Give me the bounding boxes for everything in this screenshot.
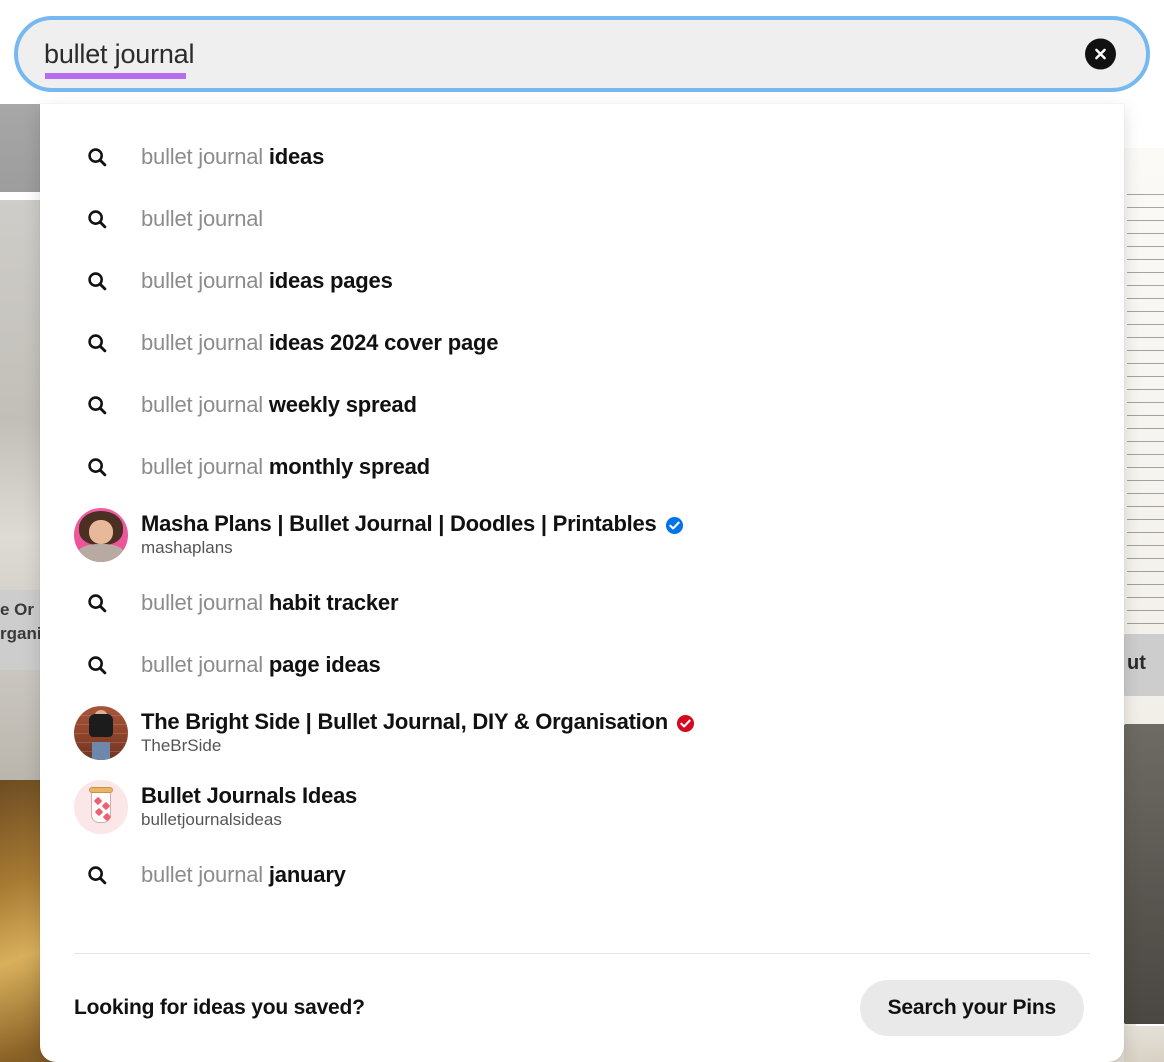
suggestion-row-query[interactable]: bullet journal ideas bbox=[40, 126, 1124, 188]
pin-column: ut bbox=[1124, 104, 1164, 1062]
dropdown-footer: Looking for ideas you saved? Search your… bbox=[40, 954, 1124, 1062]
search-icon bbox=[86, 394, 116, 416]
pin-caption-line-2: rgani bbox=[0, 624, 42, 643]
suggestion-label: bullet journal weekly spread bbox=[141, 392, 417, 417]
suggestion-label: bullet journal ideas pages bbox=[141, 268, 393, 293]
search-icon bbox=[86, 332, 116, 354]
suggestion-label: bullet journal ideas 2024 cover page bbox=[141, 330, 499, 355]
pin-thumbnail[interactable] bbox=[1124, 724, 1164, 1024]
pin-thumbnail[interactable] bbox=[1124, 1026, 1164, 1062]
suggestion-row-query[interactable]: bullet journal bbox=[40, 188, 1124, 250]
search-icon bbox=[86, 208, 116, 230]
suggestion-label: bullet journal monthly spread bbox=[141, 454, 430, 479]
avatar bbox=[74, 780, 128, 834]
suggestion-row-query[interactable]: bullet journal ideas pages bbox=[40, 250, 1124, 312]
search-bar[interactable]: bullet journal bbox=[14, 16, 1150, 92]
suggestion-row-query[interactable]: bullet journal ideas 2024 cover page bbox=[40, 312, 1124, 374]
suggestion-row-query[interactable]: bullet journal monthly spread bbox=[40, 436, 1124, 498]
profile-name: The Bright Side | Bullet Journal, DIY & … bbox=[141, 709, 695, 735]
suggestion-row-profile[interactable]: Bullet Journals Ideas bulletjournalsidea… bbox=[40, 770, 1124, 844]
search-icon bbox=[86, 270, 116, 292]
profile-handle: mashaplans bbox=[141, 538, 233, 557]
search-icon bbox=[86, 864, 116, 886]
clear-search-button[interactable] bbox=[1085, 38, 1116, 70]
profile-name: Masha Plans | Bullet Journal | Doodles |… bbox=[141, 511, 684, 537]
search-icon bbox=[86, 146, 116, 168]
search-suggestions-dropdown: bullet journal ideas bullet journal bull… bbox=[40, 104, 1124, 1062]
profile-handle: TheBrSide bbox=[141, 736, 222, 755]
pinterest-search-overlay: e Or rgani ut bullet journal ideas bulle… bbox=[0, 0, 1164, 1062]
profile-text-block: The Bright Side | Bullet Journal, DIY & … bbox=[141, 709, 695, 757]
suggestion-label: bullet journal ideas bbox=[141, 144, 325, 169]
suggestion-label: bullet journal bbox=[141, 206, 263, 231]
search-input[interactable]: bullet journal bbox=[44, 39, 195, 69]
suggestion-row-query[interactable]: bullet journal page ideas bbox=[40, 634, 1124, 696]
close-icon bbox=[1095, 48, 1106, 60]
suggestion-row-profile[interactable]: Masha Plans | Bullet Journal | Doodles |… bbox=[40, 498, 1124, 572]
avatar bbox=[74, 706, 128, 760]
pin-caption-right: ut bbox=[1127, 652, 1146, 674]
suggestion-label: bullet journal january bbox=[141, 862, 346, 887]
text-selection-underline bbox=[45, 73, 186, 79]
search-icon bbox=[86, 654, 116, 676]
search-input-wrapper[interactable]: bullet journal bbox=[44, 38, 195, 79]
profile-text-block: Bullet Journals Ideas bulletjournalsidea… bbox=[141, 783, 357, 831]
search-icon bbox=[86, 456, 116, 478]
suggestions-list: bullet journal ideas bullet journal bull… bbox=[40, 104, 1124, 906]
suggestion-row-query[interactable]: bullet journal weekly spread bbox=[40, 374, 1124, 436]
suggestion-row-query[interactable]: bullet journal january bbox=[40, 844, 1124, 906]
suggestion-label: bullet journal page ideas bbox=[141, 652, 381, 677]
avatar bbox=[74, 508, 128, 562]
pin-caption: ut bbox=[1124, 634, 1164, 696]
verified-badge-red-icon bbox=[676, 713, 695, 732]
verified-badge-blue-icon bbox=[665, 515, 684, 534]
profile-name: Bullet Journals Ideas bbox=[141, 783, 358, 808]
suggestion-row-profile[interactable]: The Bright Side | Bullet Journal, DIY & … bbox=[40, 696, 1124, 770]
suggestion-label: bullet journal habit tracker bbox=[141, 590, 399, 615]
pin-caption-line-1: e Or bbox=[0, 600, 35, 619]
suggestion-row-query[interactable]: bullet journal habit tracker bbox=[40, 572, 1124, 634]
profile-handle: bulletjournalsideas bbox=[141, 810, 282, 829]
search-your-pins-button[interactable]: Search your Pins bbox=[859, 980, 1084, 1036]
saved-ideas-prompt: Looking for ideas you saved? bbox=[74, 996, 365, 1019]
profile-text-block: Masha Plans | Bullet Journal | Doodles |… bbox=[141, 511, 684, 559]
search-icon bbox=[86, 592, 116, 614]
